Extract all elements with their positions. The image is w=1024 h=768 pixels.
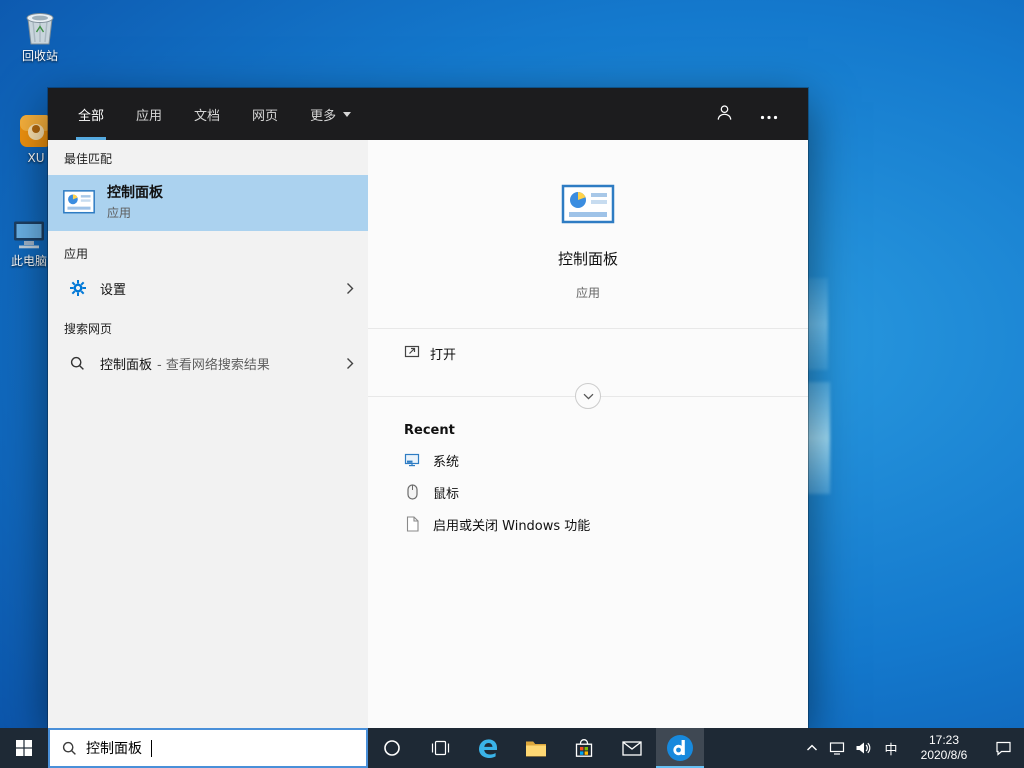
result-label-suffix: - 查看网络搜索结果 xyxy=(157,354,270,373)
speaker-icon xyxy=(855,741,871,755)
tab-label: 更多 xyxy=(310,105,336,124)
driver-app-icon xyxy=(667,735,693,761)
result-subtitle: 应用 xyxy=(107,204,163,221)
edge-icon xyxy=(476,736,500,760)
clock-date: 2020/8/6 xyxy=(921,748,968,763)
action-center-button[interactable] xyxy=(982,728,1024,768)
mail-icon xyxy=(622,741,642,756)
microsoft-store-button[interactable] xyxy=(560,728,608,768)
tab-web[interactable]: 网页 xyxy=(250,88,280,140)
tab-label: 应用 xyxy=(136,105,162,124)
control-panel-icon-large xyxy=(560,178,616,234)
file-explorer-button[interactable] xyxy=(512,728,560,768)
recent-item-label: 系统 xyxy=(433,451,459,470)
open-icon xyxy=(404,343,420,363)
clock-time: 17:23 xyxy=(929,733,959,748)
tab-label: 全部 xyxy=(78,105,104,124)
task-view-icon xyxy=(431,740,450,756)
taskbar: 控制面板 xyxy=(0,728,1024,768)
search-tabs: 全部 应用 文档 网页 更多 xyxy=(76,88,353,140)
recent-item-system[interactable]: 系统 xyxy=(368,444,808,476)
chevron-down-icon xyxy=(343,112,351,117)
edge-browser-button[interactable] xyxy=(464,728,512,768)
mail-button[interactable] xyxy=(608,728,656,768)
start-button[interactable] xyxy=(0,728,48,768)
result-title: 控制面板 xyxy=(107,185,163,201)
clock[interactable]: 17:23 2020/8/6 xyxy=(906,728,982,768)
search-preview-pane: 控制面板 应用 打开 Re xyxy=(368,140,808,728)
cortana-button[interactable] xyxy=(368,728,416,768)
taskbar-search-input[interactable]: 控制面板 xyxy=(48,728,368,768)
user-account-icon[interactable] xyxy=(715,103,734,126)
store-icon xyxy=(574,739,594,758)
recent-header: Recent xyxy=(404,423,455,438)
preview-app-title: 控制面板 xyxy=(558,248,618,269)
chevron-right-icon[interactable] xyxy=(346,357,354,370)
document-icon xyxy=(404,516,420,532)
expand-section xyxy=(368,381,808,411)
system-tray: 中 17:23 2020/8/6 xyxy=(800,728,1024,768)
action-center-icon xyxy=(995,740,1012,756)
driver-app-button[interactable] xyxy=(656,728,704,768)
desktop-icon-label: 回收站 xyxy=(4,49,76,63)
ime-label: 中 xyxy=(884,739,897,758)
search-results-pane: 最佳匹配 控制面板 应用 应用 xyxy=(48,140,368,728)
system-monitor-icon xyxy=(404,452,420,468)
options-ellipsis-icon[interactable] xyxy=(760,105,778,124)
text-cursor xyxy=(151,740,152,757)
network-icon xyxy=(829,741,845,755)
cortana-icon xyxy=(383,739,401,757)
gear-icon xyxy=(70,280,100,296)
recent-item-windows-features[interactable]: 启用或关闭 Windows 功能 xyxy=(368,508,808,540)
search-icon xyxy=(62,741,77,756)
result-control-panel[interactable]: 控制面板 应用 xyxy=(48,175,368,231)
search-filter-bar: 全部 应用 文档 网页 更多 xyxy=(48,88,808,140)
result-web-search[interactable]: 控制面板 - 查看网络搜索结果 xyxy=(48,345,368,381)
task-view-button[interactable] xyxy=(416,728,464,768)
tab-more[interactable]: 更多 xyxy=(308,88,353,140)
search-flyout: 全部 应用 文档 网页 更多 xyxy=(48,88,808,728)
chevron-up-icon xyxy=(806,744,818,752)
expand-button[interactable] xyxy=(575,383,601,409)
tab-apps[interactable]: 应用 xyxy=(134,88,164,140)
tray-overflow-button[interactable] xyxy=(800,728,824,768)
recent-item-label: 鼠标 xyxy=(433,483,459,502)
result-settings[interactable]: 设置 xyxy=(48,270,368,306)
folder-icon xyxy=(525,740,547,757)
preview-app-subtitle: 应用 xyxy=(576,284,600,301)
search-icon xyxy=(70,356,100,371)
apps-section-header: 应用 xyxy=(48,231,368,270)
tab-documents[interactable]: 文档 xyxy=(192,88,222,140)
result-label: 控制面板 xyxy=(100,354,152,373)
windows-logo-icon xyxy=(16,740,32,756)
network-status-button[interactable] xyxy=(824,728,850,768)
ime-indicator[interactable]: 中 xyxy=(876,728,906,768)
volume-button[interactable] xyxy=(850,728,876,768)
tab-label: 网页 xyxy=(252,105,278,124)
recent-item-mouse[interactable]: 鼠标 xyxy=(368,476,808,508)
chevron-down-icon xyxy=(583,393,594,400)
chevron-right-icon[interactable] xyxy=(346,282,354,295)
result-label: 设置 xyxy=(100,279,126,298)
control-panel-icon xyxy=(62,186,96,220)
desktop-icon-recycle-bin[interactable]: 回收站 xyxy=(4,8,76,63)
recent-item-label: 启用或关闭 Windows 功能 xyxy=(433,515,590,534)
web-section-header: 搜索网页 xyxy=(48,306,368,345)
search-query-text: 控制面板 xyxy=(86,738,142,758)
open-action[interactable]: 打开 xyxy=(368,329,808,377)
recycle-bin-icon xyxy=(4,8,76,46)
tab-all[interactable]: 全部 xyxy=(76,88,106,140)
tab-label: 文档 xyxy=(194,105,220,124)
mouse-icon xyxy=(404,484,420,500)
best-match-header: 最佳匹配 xyxy=(48,140,368,175)
open-label: 打开 xyxy=(430,344,456,363)
